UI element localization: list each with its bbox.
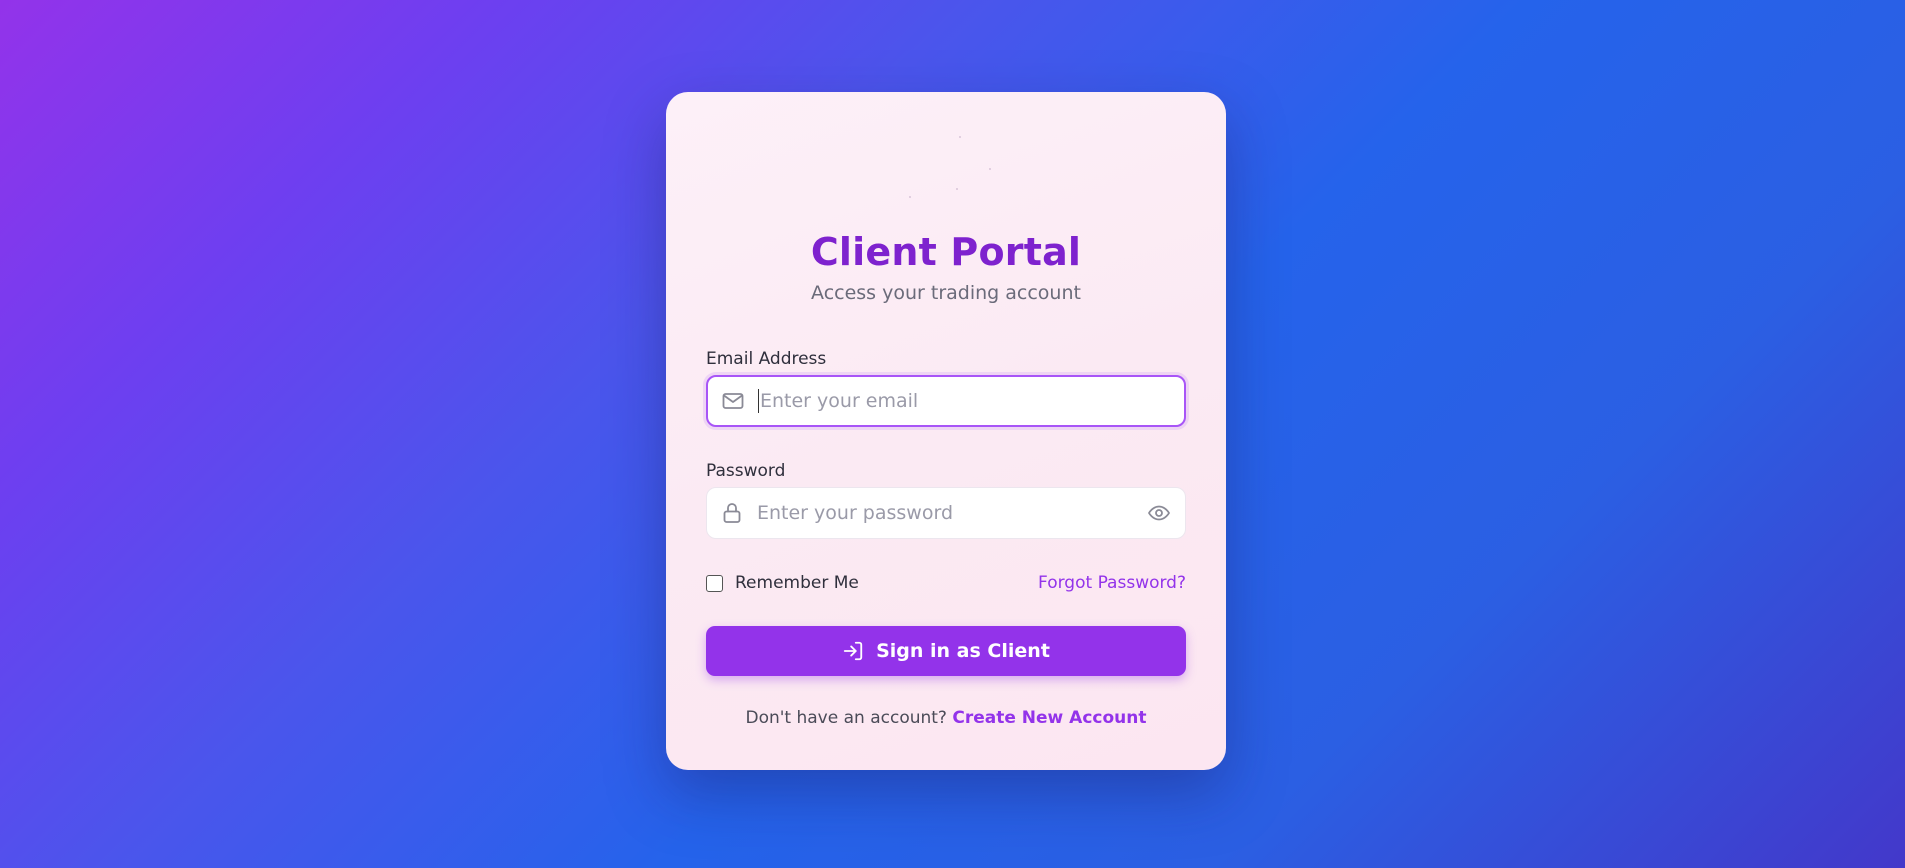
log-in-icon xyxy=(842,640,864,662)
forgot-password-link[interactable]: Forgot Password? xyxy=(1038,573,1186,593)
password-field[interactable] xyxy=(706,487,1186,539)
eye-icon[interactable] xyxy=(1133,487,1185,539)
signup-prompt: Don't have an account? Create New Accoun… xyxy=(666,708,1226,728)
password-label: Password xyxy=(706,461,786,481)
email-input[interactable] xyxy=(760,377,1184,425)
email-label: Email Address xyxy=(706,349,827,369)
sign-in-button[interactable]: Sign in as Client xyxy=(706,626,1186,676)
text-caret xyxy=(758,389,759,413)
lock-icon xyxy=(707,487,757,539)
remember-me-label: Remember Me xyxy=(735,573,859,593)
page-title: Client Portal xyxy=(810,230,1082,274)
page-subtitle: Access your trading account xyxy=(811,282,1081,304)
logo xyxy=(666,122,1226,222)
email-field[interactable] xyxy=(706,375,1186,427)
remember-me[interactable]: Remember Me xyxy=(706,573,859,593)
login-card: Client Portal Access your trading accoun… xyxy=(666,92,1226,770)
sign-in-label: Sign in as Client xyxy=(876,640,1050,662)
mail-icon xyxy=(708,375,758,427)
signup-prompt-text: Don't have an account? xyxy=(745,708,947,728)
create-account-link[interactable]: Create New Account xyxy=(952,708,1146,728)
password-input[interactable] xyxy=(757,488,1133,538)
remember-me-checkbox[interactable] xyxy=(706,574,723,592)
